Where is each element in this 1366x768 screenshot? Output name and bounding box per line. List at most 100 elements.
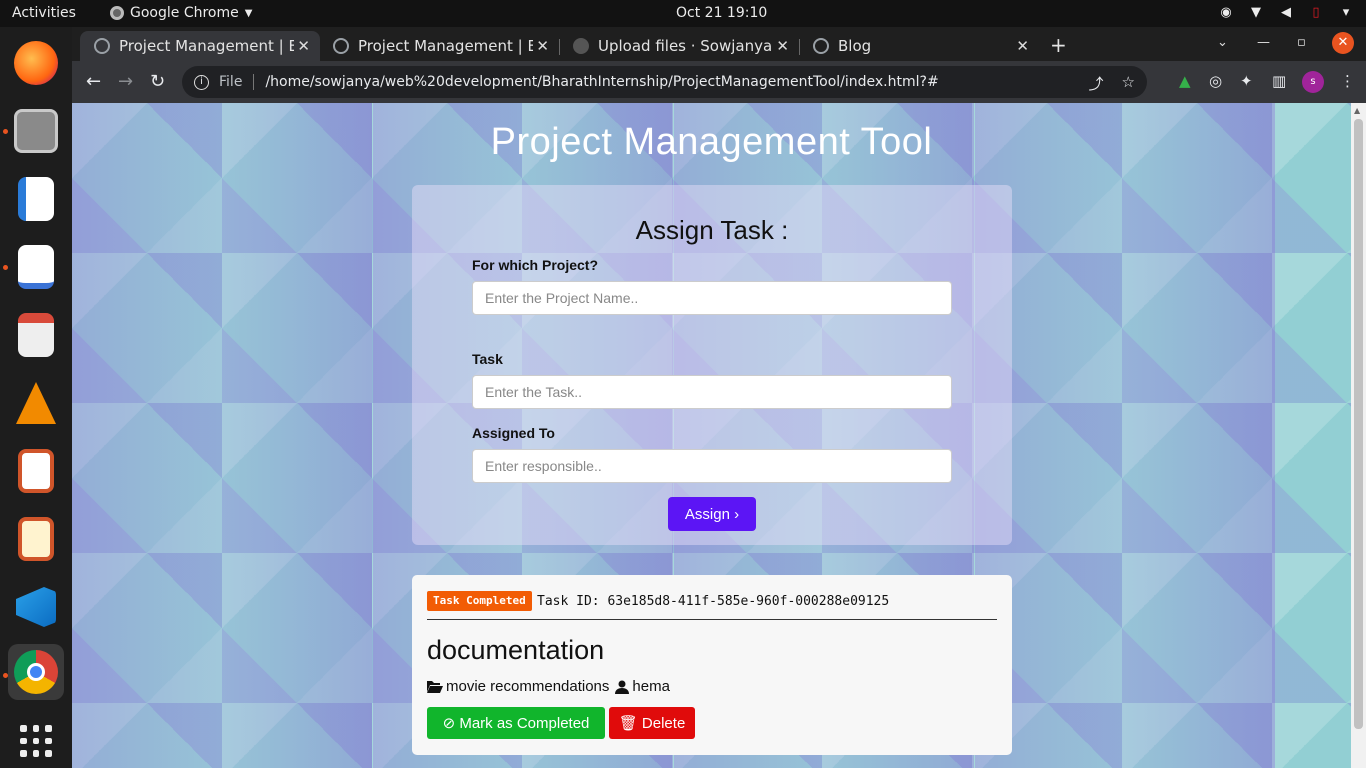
tab-blog[interactable]: Blog ✕	[799, 31, 1039, 61]
address-bar[interactable]: i File /home/sowjanya/web%20development/…	[182, 66, 1147, 98]
firefox-icon	[14, 41, 58, 85]
globe-icon	[94, 38, 110, 54]
impress-icon	[18, 449, 54, 493]
tab-title: Blog	[838, 37, 872, 55]
app-name: Google Chrome	[130, 5, 239, 21]
window-close-button[interactable]: ✕	[1332, 32, 1354, 54]
close-tab-icon[interactable]: ✕	[297, 37, 310, 55]
form-heading: Assign Task :	[635, 215, 789, 245]
divider	[427, 619, 997, 620]
chrome-icon	[110, 6, 124, 20]
files-launcher[interactable]	[8, 103, 64, 159]
tab-title: Upload files · SowjanyaPa	[598, 37, 773, 55]
mark-completed-button[interactable]: ⊘ Mark as Completed	[427, 707, 605, 739]
chrome-launcher[interactable]	[8, 644, 64, 700]
color-picker-icon[interactable]: ◉	[1218, 4, 1234, 20]
clock[interactable]: Oct 21 19:10	[676, 5, 767, 21]
document-viewer-icon	[18, 313, 54, 357]
github-icon	[573, 38, 589, 54]
new-tab-button[interactable]: +	[1050, 33, 1067, 57]
writer-icon	[18, 177, 54, 221]
info-icon[interactable]: i	[194, 74, 209, 90]
tab-search-icon[interactable]: ⌄	[1217, 35, 1228, 50]
user-icon	[615, 680, 630, 694]
scrollbar-thumb[interactable]	[1354, 119, 1363, 729]
project-name-input[interactable]	[472, 281, 952, 315]
status-badge: Task Completed	[427, 591, 532, 611]
scheme-label: File	[219, 74, 243, 90]
system-tray[interactable]: ◉ ▼ ◀ ▯ ▾	[1218, 4, 1354, 20]
extension-icon[interactable]: ◎	[1209, 72, 1222, 90]
forward-icon[interactable]: →	[118, 71, 133, 92]
caret-down-icon: ▼	[244, 7, 253, 19]
tab-upload-files[interactable]: Upload files · SowjanyaPa ✕	[559, 31, 799, 61]
tab-title: Project Management | Bh	[119, 37, 294, 55]
vscode-launcher[interactable]	[8, 579, 64, 635]
background-stripe	[975, 103, 1275, 768]
dock	[0, 27, 72, 768]
close-tab-icon[interactable]: ✕	[776, 37, 789, 55]
task-assignee: hema	[632, 678, 670, 695]
writer-launcher[interactable]	[8, 171, 64, 227]
impress-launcher[interactable]	[8, 443, 64, 499]
text-editor-launcher[interactable]	[8, 239, 64, 295]
app-menu[interactable]: Google Chrome ▼	[110, 5, 252, 21]
close-tab-icon[interactable]: ✕	[1016, 37, 1029, 55]
project-label: For which Project?	[472, 257, 599, 273]
power-menu-icon[interactable]: ▾	[1338, 4, 1354, 20]
task-title: documentation	[427, 635, 605, 665]
back-icon[interactable]: ←	[86, 71, 101, 92]
share-icon[interactable]: ⤴	[1089, 73, 1104, 94]
firefox-launcher[interactable]	[8, 35, 64, 91]
document-viewer-launcher[interactable]	[8, 307, 64, 363]
activities-button[interactable]: Activities	[12, 5, 76, 21]
extension-icon[interactable]: ▲	[1179, 72, 1191, 90]
assign-button-label: Assign	[684, 505, 730, 523]
browser-toolbar: ← → ↻ i File /home/sowjanya/web%20develo…	[72, 61, 1366, 103]
task-label: Task	[472, 351, 503, 367]
volume-icon[interactable]: ◀	[1278, 4, 1294, 20]
mark-completed-label: Mark as Completed	[459, 715, 590, 732]
wifi-icon[interactable]: ▼	[1248, 4, 1264, 20]
tab-strip: Project Management | Bh ✕ Project Manage…	[72, 27, 1366, 61]
page-content: Project Management Tool Assign Task : Fo…	[72, 103, 1351, 768]
delete-button[interactable]: 🗑 Delete	[609, 707, 695, 739]
show-apps-button[interactable]	[8, 713, 64, 768]
task-card: Task Completed Task ID: 63e185d8-411f-58…	[412, 575, 1012, 755]
maximize-icon[interactable]: ▫	[1297, 35, 1306, 50]
task-id: Task ID: 63e185d8-411f-585e-960f-000288e…	[537, 594, 890, 609]
assign-button[interactable]: Assign ›	[668, 497, 756, 531]
chevron-right-icon: ›	[734, 505, 740, 523]
background-stripe	[72, 103, 372, 768]
url-text[interactable]: /home/sowjanya/web%20development/Bharath…	[265, 74, 938, 90]
vlc-icon	[16, 382, 56, 424]
assigned-to-label: Assigned To	[472, 425, 555, 441]
task-project: movie recommendations	[446, 678, 610, 695]
page-scrollbar[interactable]: ▲	[1351, 103, 1366, 768]
tab-project-management-1[interactable]: Project Management | Bh ✕	[80, 31, 320, 61]
assign-task-form: Assign Task : For which Project? Task As…	[412, 185, 1012, 545]
bookmark-star-icon[interactable]: ☆	[1122, 73, 1135, 94]
chrome-icon	[14, 650, 58, 694]
globe-icon	[813, 38, 829, 54]
scroll-up-icon[interactable]: ▲	[1354, 106, 1360, 115]
puzzle-icon[interactable]: ✦	[1240, 72, 1253, 90]
draw-launcher[interactable]	[8, 511, 64, 567]
side-panel-icon[interactable]: ▥	[1272, 72, 1286, 90]
tab-project-management-2[interactable]: Project Management | Bh ✕	[319, 31, 559, 61]
assigned-to-input[interactable]	[472, 449, 952, 483]
minimize-icon[interactable]: —	[1257, 35, 1270, 50]
close-tab-icon[interactable]: ✕	[536, 37, 549, 55]
task-input[interactable]	[472, 375, 952, 409]
folder-open-icon	[427, 681, 443, 693]
check-circle-icon: ⊘	[442, 715, 456, 732]
menu-icon[interactable]: ⋮	[1340, 72, 1355, 90]
profile-avatar[interactable]: s	[1302, 71, 1324, 93]
text-editor-icon	[18, 245, 54, 289]
vlc-launcher[interactable]	[8, 375, 64, 431]
vscode-icon	[16, 587, 56, 627]
task-meta: movie recommendations hema	[426, 678, 670, 695]
reload-icon[interactable]: ↻	[150, 71, 165, 92]
battery-icon[interactable]: ▯	[1308, 4, 1324, 20]
delete-label: Delete	[641, 715, 686, 732]
